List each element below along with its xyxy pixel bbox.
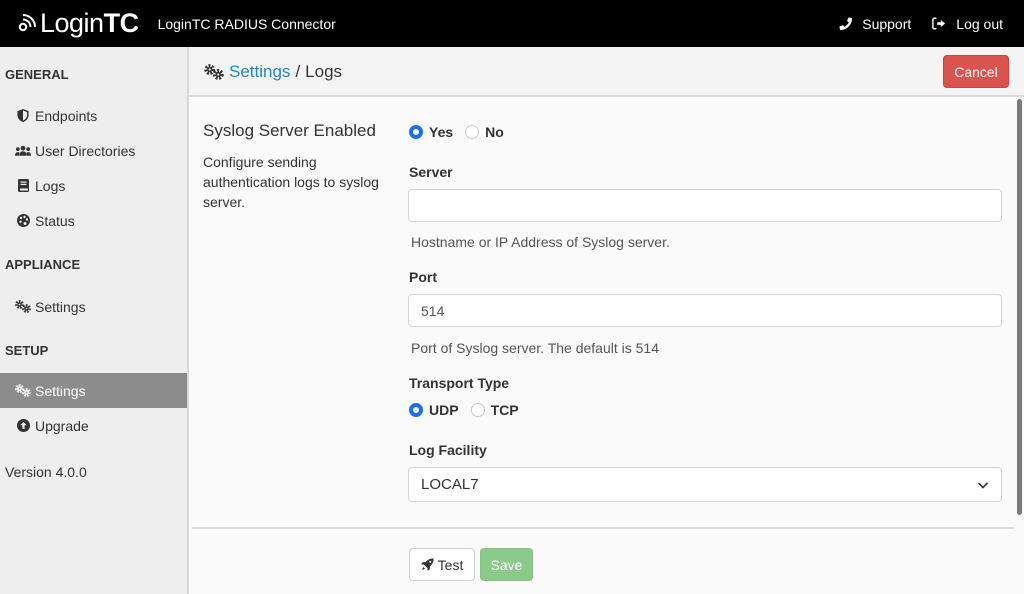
palette-icon xyxy=(15,214,31,228)
syslog-enabled-radio-group: Yes No xyxy=(409,124,516,140)
cogs-icon xyxy=(15,384,31,398)
test-button-label: Test xyxy=(437,556,464,573)
users-icon xyxy=(15,144,31,158)
server-help-text: Hostname or IP Address of Syslog server. xyxy=(411,234,670,250)
sidebar-item-upgrade[interactable]: Upgrade xyxy=(0,408,187,443)
sidebar-item-label: Logs xyxy=(35,177,66,194)
transport-type-radio-group: UDP TCP xyxy=(409,402,531,418)
cogs-icon xyxy=(15,300,31,314)
logout-link[interactable]: Log out xyxy=(932,16,1003,32)
section-title: Syslog Server Enabled xyxy=(203,121,376,140)
sidebar-item-endpoints[interactable]: Endpoints xyxy=(0,98,187,133)
support-label: Support xyxy=(862,15,912,32)
sidebar-item-status[interactable]: Status xyxy=(0,203,187,238)
port-input[interactable] xyxy=(408,294,1002,327)
rocket-icon xyxy=(420,558,434,571)
server-label: Server xyxy=(409,164,453,180)
log-facility-value: LOCAL7 xyxy=(421,476,479,493)
radio-label: UDP xyxy=(429,402,459,418)
transport-type-label: Transport Type xyxy=(409,375,510,391)
cogs-icon xyxy=(204,64,224,80)
breadcrumb-settings-link[interactable]: Settings xyxy=(229,62,290,82)
syslog-enabled-no-radio[interactable]: No xyxy=(465,124,504,140)
sign-out-icon xyxy=(932,17,946,30)
sidebar-item-user-directories[interactable]: User Directories xyxy=(0,133,187,168)
breadcrumb-separator: / xyxy=(295,62,301,81)
radio-indicator[interactable] xyxy=(409,403,423,417)
logout-label: Log out xyxy=(956,15,1003,32)
phone-icon xyxy=(839,17,853,30)
radio-label: Yes xyxy=(429,124,454,140)
save-button[interactable]: Save xyxy=(480,548,533,581)
sidebar-item-setup-settings[interactable]: Settings xyxy=(0,373,187,408)
sidebar-item-appliance-settings[interactable]: Settings xyxy=(0,289,187,324)
logo-text: LoginTC xyxy=(40,8,139,38)
radio-indicator[interactable] xyxy=(465,125,480,139)
radio-indicator[interactable] xyxy=(470,403,485,417)
sidebar-section-setup: SETUP xyxy=(5,343,49,358)
sidebar: GENERAL Endpoints User Directories Logs … xyxy=(0,47,189,594)
chevron-down-icon xyxy=(977,482,989,489)
port-label: Port xyxy=(409,269,437,285)
radio-indicator[interactable] xyxy=(409,125,423,139)
form-divider xyxy=(192,527,1014,529)
log-facility-select[interactable]: LOCAL7 xyxy=(408,467,1002,502)
sidebar-item-label: Upgrade xyxy=(35,417,89,434)
content-scrollbar[interactable] xyxy=(1016,97,1024,517)
log-facility-label: Log Facility xyxy=(409,442,487,458)
section-description: Configure sending authentication logs to… xyxy=(203,154,379,210)
test-button[interactable]: Test xyxy=(409,548,475,581)
cancel-button[interactable]: Cancel xyxy=(943,55,1009,88)
sidebar-section-appliance: APPLIANCE xyxy=(5,257,81,272)
arrow-circle-up-icon xyxy=(15,419,31,433)
server-input[interactable] xyxy=(408,189,1002,222)
sidebar-item-label: User Directories xyxy=(35,142,136,159)
radio-label: TCP xyxy=(490,402,519,418)
version-label: Version 4.0.0 xyxy=(5,464,87,480)
logintc-logo[interactable]: LoginTC xyxy=(15,0,139,47)
sidebar-section-general: GENERAL xyxy=(5,67,69,82)
breadcrumb: Settings / Logs xyxy=(203,62,342,82)
support-link[interactable]: Support xyxy=(839,16,911,32)
breadcrumb-current: Logs xyxy=(305,62,343,81)
sidebar-item-label: Settings xyxy=(35,298,86,315)
sidebar-item-logs[interactable]: Logs xyxy=(0,168,187,203)
sidebar-item-label: Settings xyxy=(35,382,86,399)
book-icon xyxy=(15,179,31,193)
sidebar-item-label: Endpoints xyxy=(35,107,98,124)
syslog-enabled-yes-radio[interactable]: Yes xyxy=(409,124,453,140)
content-header: Settings / Logs Cancel xyxy=(189,47,1024,97)
radio-label: No xyxy=(485,124,504,140)
shield-icon xyxy=(15,109,31,123)
logo-signal-icon xyxy=(18,13,36,31)
transport-tcp-radio[interactable]: TCP xyxy=(470,402,519,418)
sidebar-item-label: Status xyxy=(35,212,75,229)
transport-udp-radio[interactable]: UDP xyxy=(409,402,459,418)
app-title: LoginTC RADIUS Connector xyxy=(157,15,336,32)
port-help-text: Port of Syslog server. The default is 51… xyxy=(411,340,659,356)
top-navbar: LoginTC LoginTC RADIUS Connector Support… xyxy=(0,0,1024,47)
scrollbar-thumb[interactable] xyxy=(1017,99,1022,515)
